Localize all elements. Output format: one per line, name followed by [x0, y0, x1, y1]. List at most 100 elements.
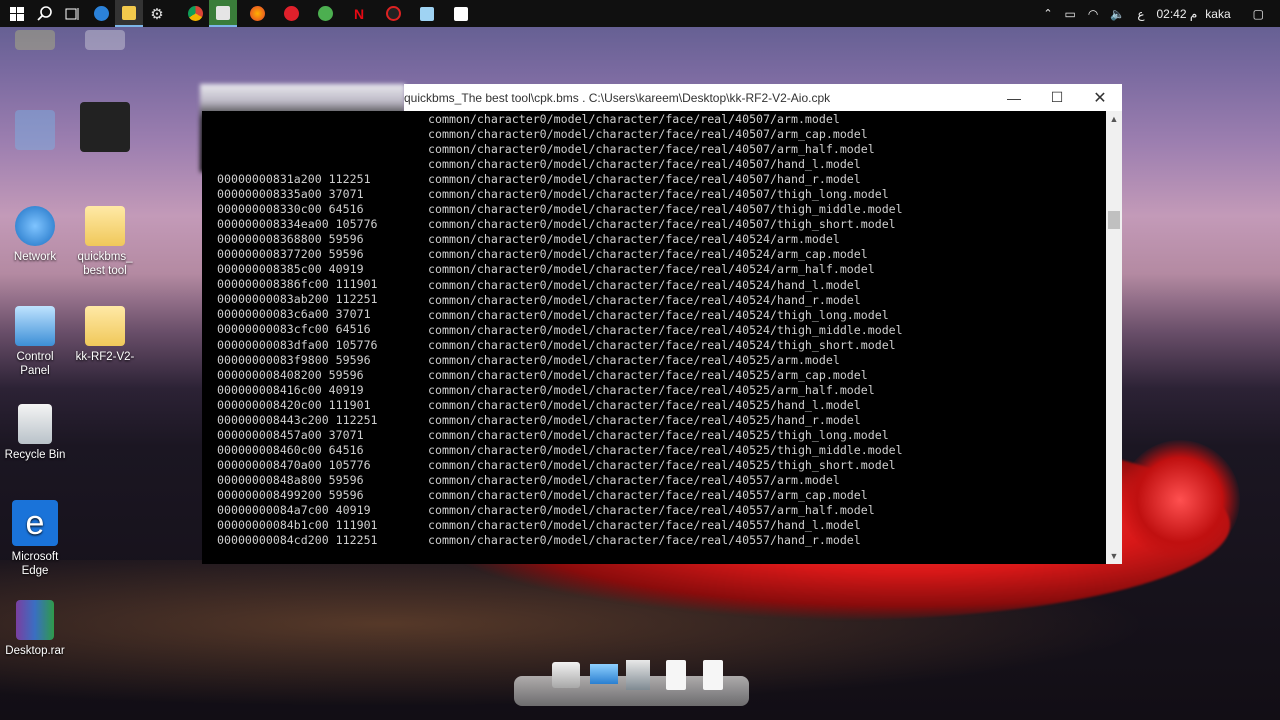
- console-path-line: common/character0/model/character/face/r…: [428, 337, 896, 352]
- netflix-icon[interactable]: N: [345, 0, 373, 27]
- console-path-line: common/character0/model/character/face/r…: [428, 292, 861, 307]
- console-offset-line: 00000000084a7c00 40919: [217, 503, 371, 518]
- desktop-icon-faded-1[interactable]: [0, 30, 70, 54]
- desktop-icon-label: quickbms_ best tool: [77, 251, 133, 277]
- console-path-line: common/character0/model/character/face/r…: [428, 412, 861, 427]
- language-indicator[interactable]: ع: [1131, 7, 1150, 21]
- console-offset-line: 00000000084cd200 112251: [217, 533, 378, 548]
- firefox-icon[interactable]: [243, 0, 271, 27]
- close-button[interactable]: ✕: [1078, 84, 1122, 111]
- desktop-icon-label: Network: [13, 251, 57, 263]
- console-paths-column: common/character0/model/character/face/r…: [428, 112, 1108, 548]
- console-path-line: common/character0/model/character/face/r…: [428, 262, 875, 277]
- console-path-line: common/character0/model/character/face/r…: [428, 217, 896, 232]
- console-offset-line: 00000000083c6a00 37071: [217, 307, 371, 322]
- scroll-thumb[interactable]: [1108, 211, 1120, 229]
- window-title: quickbms_The best tool\cpk.bms . C:\User…: [404, 90, 831, 105]
- console-offset-line: 000000008443c200 112251: [217, 412, 378, 427]
- console-offset-line: 000000008377200 59596: [217, 247, 364, 262]
- console-path-line: common/character0/model/character/face/r…: [428, 112, 840, 126]
- system-tray: ⌃ ▭ ◠ 🔈 ع 02:42 م kaka ▢: [1037, 0, 1280, 27]
- console-path-line: common/character0/model/character/face/r…: [428, 202, 903, 217]
- desktop-icon-control-panel[interactable]: Control Panel: [0, 306, 70, 378]
- notification-icon[interactable]: ▢: [1237, 7, 1280, 21]
- edge-icon: e: [12, 500, 58, 546]
- console-path-line: common/character0/model/character/face/r…: [428, 458, 896, 473]
- console-path-line: common/character0/model/character/face/r…: [428, 157, 861, 172]
- desktop-icon-faded-2[interactable]: [70, 30, 140, 54]
- desktop-icon-recycle-bin[interactable]: Recycle Bin: [0, 404, 70, 462]
- taskbar: ⚙ N ⌃ ▭ ◠ 🔈 ع 02:42 م kaka ▢: [0, 0, 1280, 27]
- volume-icon[interactable]: 🔈: [1104, 7, 1131, 21]
- console-offset-line: 00000000831a200 112251: [217, 172, 371, 186]
- desktop-icon-faded-4[interactable]: [70, 102, 140, 156]
- opera-icon[interactable]: [277, 0, 305, 27]
- console-offset-line: 000000008470a00 105776: [217, 457, 371, 472]
- recycle-bin-icon[interactable]: [626, 660, 650, 690]
- console-path-line: common/character0/model/character/face/r…: [428, 503, 875, 518]
- desktop-icon-label: Desktop.rar: [5, 645, 65, 657]
- console-offset-line: 000000008368800 59596: [217, 232, 364, 247]
- console-offset-line: 000000008386fc00 111901: [217, 277, 378, 292]
- winrar-icon: [16, 600, 54, 640]
- scroll-up-icon[interactable]: ▲: [1106, 114, 1122, 124]
- folder-icon: [85, 306, 125, 346]
- console-path-line: common/character0/model/character/face/r…: [428, 533, 861, 548]
- desktop-icon-quickbms[interactable]: quickbms_ best tool: [70, 206, 140, 278]
- folder-icon: [85, 206, 125, 246]
- desktop-icon-desktop-rar[interactable]: Desktop.rar: [0, 600, 70, 658]
- desktop-icon-label: Microsoft Edge: [11, 551, 59, 577]
- console-path-line: common/character0/model/character/face/r…: [428, 473, 840, 488]
- windows-start-icon[interactable]: [3, 0, 31, 27]
- chevron-up-icon[interactable]: ⌃: [1037, 7, 1058, 20]
- console-path-line: common/character0/model/character/face/r…: [428, 352, 840, 367]
- drive-icon[interactable]: [552, 662, 580, 688]
- settings-icon[interactable]: ⚙: [143, 0, 171, 27]
- desktop-icon-label: Control Panel: [16, 351, 54, 377]
- console-offset-line: 00000000083f9800 59596: [217, 352, 371, 367]
- edge-icon[interactable]: [87, 0, 115, 27]
- console-offset-line: 000000008335a00 37071: [217, 187, 364, 202]
- document-icon[interactable]: [666, 660, 686, 690]
- desktop-icon-edge[interactable]: e Microsoft Edge: [0, 500, 70, 578]
- notes-icon[interactable]: [413, 0, 441, 27]
- console-path-line: common/character0/model/character/face/r…: [428, 277, 861, 292]
- clock[interactable]: 02:42 م: [1150, 7, 1199, 21]
- console-titlebar[interactable]: quickbms_The best tool\cpk.bms . C:\User…: [404, 84, 1122, 111]
- document-icon[interactable]: [703, 660, 723, 690]
- file-explorer-icon[interactable]: [115, 0, 143, 27]
- console-path-line: common/character0/model/character/face/r…: [428, 488, 868, 503]
- task-view-icon[interactable]: [59, 0, 87, 27]
- wifi-icon[interactable]: ◠: [1082, 7, 1104, 21]
- media-icon[interactable]: [447, 0, 475, 27]
- desktop-icon-kk-rf2[interactable]: kk-RF2-V2-: [70, 306, 140, 364]
- wallpaper-stadium-edge: [1120, 440, 1240, 560]
- console-offset-line: 000000008457a00 37071: [217, 427, 364, 442]
- scroll-down-icon[interactable]: ▼: [1106, 551, 1122, 561]
- record-icon[interactable]: [379, 0, 407, 27]
- minimize-button[interactable]: —: [992, 84, 1036, 111]
- console-path-line: common/character0/model/character/face/r…: [428, 443, 903, 458]
- console-path-line: common/character0/model/character/face/r…: [428, 367, 868, 382]
- console-path-line: common/character0/model/character/face/r…: [428, 382, 875, 397]
- battery-icon[interactable]: ▭: [1059, 7, 1082, 21]
- console-path-line: common/character0/model/character/face/r…: [428, 187, 889, 202]
- desktop-icon-faded-3[interactable]: [0, 110, 70, 154]
- console-offset-line: 00000000084b1c00 111901: [217, 518, 378, 533]
- search-icon[interactable]: [31, 0, 59, 27]
- desktop-icon-label: kk-RF2-V2-: [75, 351, 135, 363]
- console-offset-line: 000000008499200 59596: [217, 487, 364, 502]
- console-offset-line: 000000008416c00 40919: [217, 382, 364, 397]
- console-scrollbar[interactable]: ▲ ▼: [1106, 111, 1122, 564]
- globe-icon[interactable]: [311, 0, 339, 27]
- console-offset-line: 00000000083ab200 112251: [217, 292, 378, 307]
- chrome-icon[interactable]: [181, 0, 209, 27]
- console-path-line: common/character0/model/character/face/r…: [428, 427, 889, 442]
- console-offsets-column: 00000000831a200 112251 000000008335a00 37…: [217, 172, 417, 548]
- app-icon[interactable]: [209, 0, 237, 27]
- console-path-line: common/character0/model/character/face/r…: [428, 172, 861, 187]
- console-offset-line: 000000008460c00 64516: [217, 442, 364, 457]
- maximize-button[interactable]: ☐: [1035, 84, 1079, 111]
- computer-icon[interactable]: [590, 664, 618, 684]
- desktop-icon-network[interactable]: Network: [0, 206, 70, 264]
